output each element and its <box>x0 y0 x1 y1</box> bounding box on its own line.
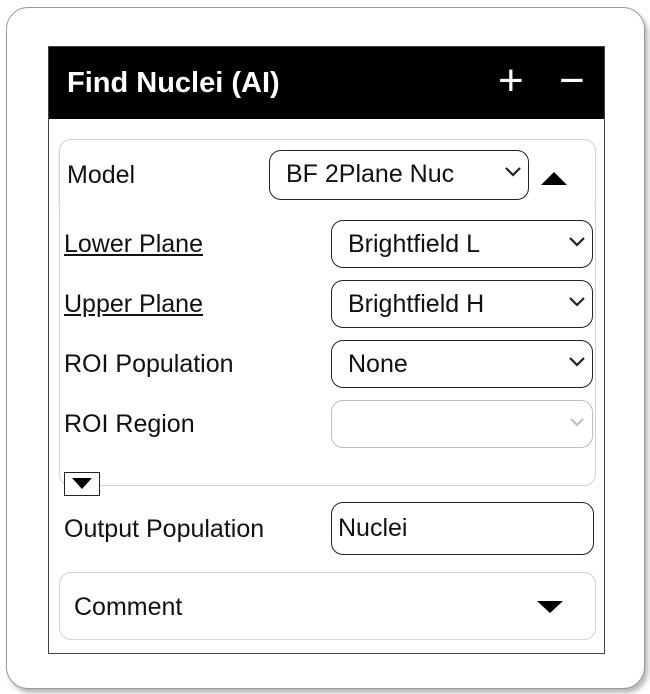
comment-label: Comment <box>74 593 183 621</box>
upper-plane-select[interactable]: Brightfield H <box>331 280 593 328</box>
chevron-down-icon <box>505 167 521 177</box>
upper-plane-value: Brightfield H <box>348 290 485 318</box>
chevron-down-icon <box>569 357 585 367</box>
model-select-value: BF 2Plane Nuc <box>286 160 455 188</box>
roi-region-label: ROI Region <box>64 410 195 438</box>
chevron-down-icon <box>569 237 585 247</box>
expand-comment-icon[interactable] <box>537 601 563 613</box>
roi-region-select[interactable] <box>331 400 593 448</box>
chevron-down-icon <box>569 297 585 307</box>
roi-population-select[interactable]: None <box>331 340 593 388</box>
model-select[interactable]: BF 2Plane Nuc <box>269 150 529 200</box>
add-button[interactable]: + <box>498 57 524 105</box>
output-population-label: Output Population <box>64 515 265 543</box>
model-label: Model <box>67 161 136 189</box>
chevron-down-icon <box>570 418 584 427</box>
upper-plane-label[interactable]: Upper Plane <box>64 289 203 319</box>
remove-button[interactable]: − <box>559 57 585 105</box>
expand-more-button[interactable] <box>64 472 100 496</box>
panel-title: Find Nuclei (AI) <box>67 67 280 99</box>
roi-population-value: None <box>348 350 408 378</box>
lower-plane-value: Brightfield L <box>348 230 481 258</box>
lower-plane-label[interactable]: Lower Plane <box>64 229 203 259</box>
panel-header: Find Nuclei (AI) + − <box>49 47 604 119</box>
collapse-up-icon[interactable] <box>541 172 567 185</box>
output-population-input[interactable]: Nuclei <box>331 502 594 555</box>
triangle-down-icon <box>72 478 92 489</box>
find-nuclei-panel: Find Nuclei (AI) + − Model BF 2Plane Nuc… <box>48 46 605 654</box>
roi-population-label: ROI Population <box>64 350 234 378</box>
lower-plane-select[interactable]: Brightfield L <box>331 220 593 268</box>
